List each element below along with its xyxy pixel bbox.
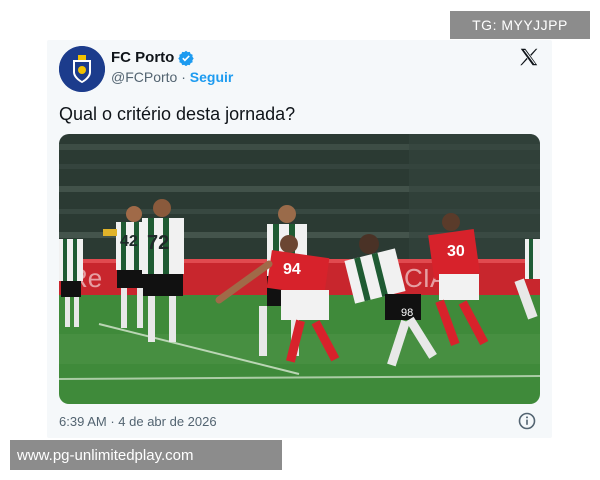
svg-text:98: 98 <box>401 307 413 319</box>
svg-text:72: 72 <box>147 232 169 254</box>
post-media-photo[interactable]: Re CIA 42 72 94 98 30 <box>59 134 540 404</box>
date: 4 de abr de 2026 <box>118 414 217 429</box>
x-logo-icon[interactable] <box>518 46 540 68</box>
svg-text:94: 94 <box>283 261 301 278</box>
football-match-photo: Re CIA 42 72 94 98 30 <box>59 134 540 404</box>
separator: · <box>181 69 186 85</box>
watermark-bottom-left: www.pg-unlimitedplay.com <box>10 440 282 470</box>
fc-porto-crest-icon <box>59 46 105 92</box>
time: 6:39 AM <box>59 414 107 429</box>
handle[interactable]: @FCPorto <box>111 69 177 85</box>
verified-badge-icon <box>178 50 195 66</box>
timestamp[interactable]: 6:39 AM · 4 de abr de 2026 <box>59 414 217 429</box>
display-name[interactable]: FC Porto <box>111 49 174 66</box>
svg-text:42: 42 <box>120 233 138 250</box>
tweet-text: Qual o critério desta jornada? <box>59 104 296 124</box>
handle-row: @FCPorto · Seguir <box>111 69 233 85</box>
post-card: FC Porto @FCPorto · Seguir Qual o critér… <box>47 40 552 438</box>
author-name-row: FC Porto <box>111 49 195 66</box>
avatar[interactable] <box>59 46 105 92</box>
watermark-top-right: TG: MYYJJPP <box>450 11 590 39</box>
info-icon[interactable] <box>518 412 536 430</box>
follow-button[interactable]: Seguir <box>190 69 234 85</box>
svg-text:30: 30 <box>447 243 465 260</box>
